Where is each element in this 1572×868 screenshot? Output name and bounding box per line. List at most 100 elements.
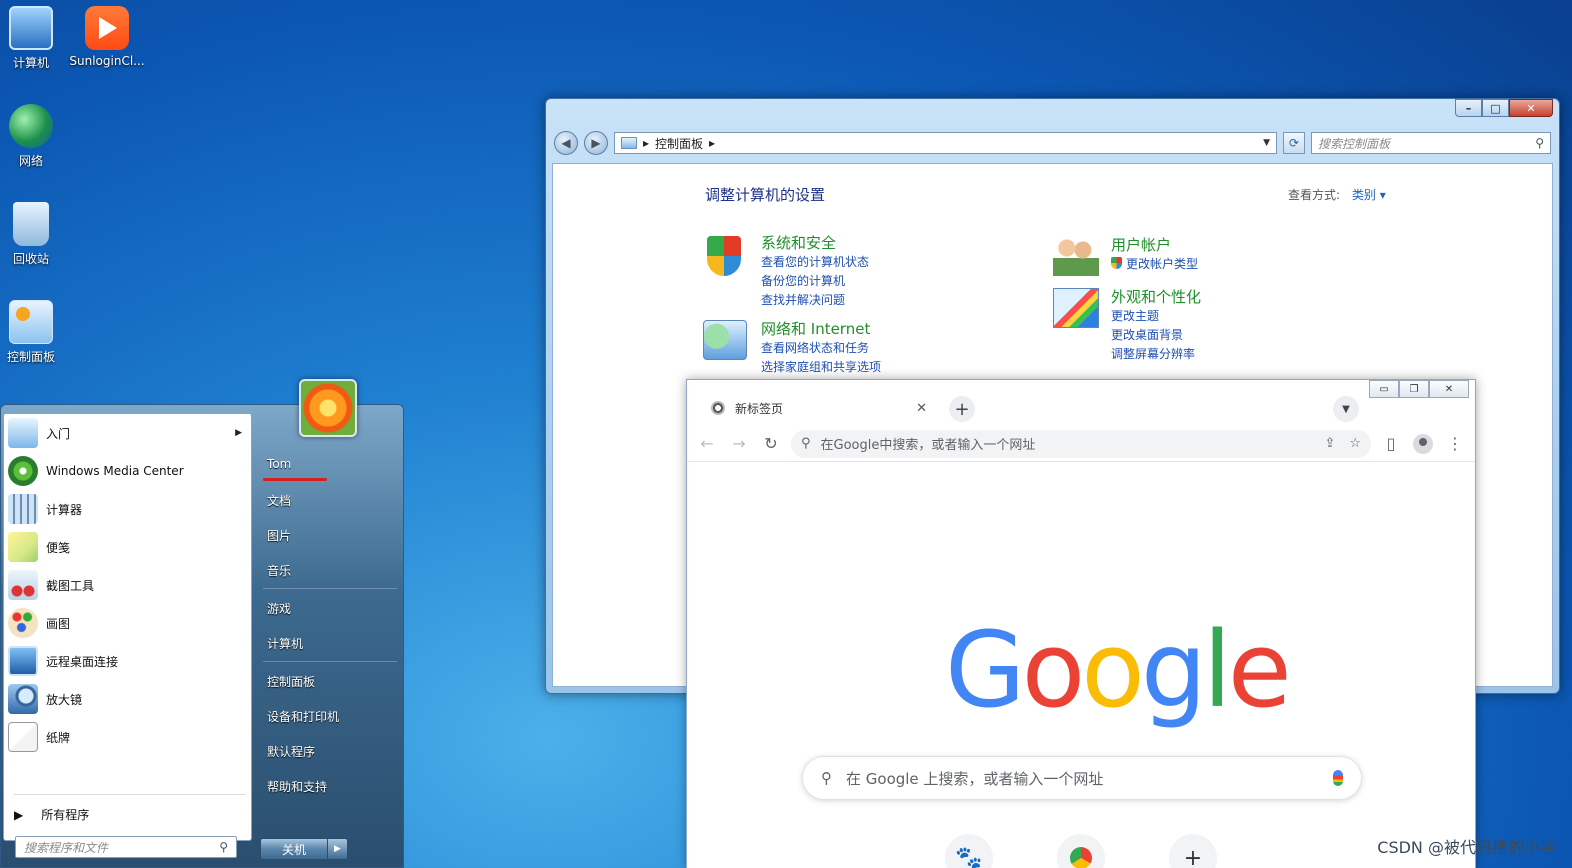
- category-title[interactable]: 外观和个性化: [1111, 288, 1201, 307]
- new-tab-button[interactable]: +: [949, 396, 975, 422]
- desktop-icon-label: 计算机: [12, 56, 49, 70]
- divider: [263, 661, 397, 662]
- menu-item-devices-printers[interactable]: 设备和打印机: [267, 708, 339, 725]
- shortcut-baidu[interactable]: 🐾: [945, 834, 993, 868]
- omnibox-input[interactable]: ⚲ 在Google中搜索，或者输入一个网址 ⇪ ☆: [791, 429, 1371, 458]
- view-by-dropdown[interactable]: 类别 ▾: [1352, 188, 1386, 202]
- category-link[interactable]: 更改主题: [1111, 307, 1201, 326]
- desktop-icon-computer[interactable]: 计算机: [0, 6, 70, 71]
- back-arrow-icon[interactable]: ←: [695, 432, 719, 456]
- category-title[interactable]: 网络和 Internet: [761, 320, 881, 339]
- close-button[interactable]: ✕: [1429, 380, 1469, 398]
- category-user-accounts: 用户帐户 更改帐户类型: [1053, 236, 1198, 284]
- category-link[interactable]: 调整屏幕分辨率: [1111, 345, 1201, 364]
- breadcrumb-control-panel[interactable]: 控制面板: [655, 135, 703, 152]
- category-link[interactable]: 更改帐户类型: [1111, 255, 1198, 274]
- program-windows-media-center[interactable]: Windows Media Center: [8, 454, 248, 488]
- all-programs-label: 所有程序: [41, 808, 90, 822]
- desktop-icon-sunlogin[interactable]: SunloginCl...: [68, 6, 146, 68]
- program-sticky-notes[interactable]: 便笺: [8, 530, 248, 564]
- menu-item-documents[interactable]: 文档: [267, 492, 291, 509]
- maximize-button[interactable]: □: [1482, 99, 1509, 117]
- shortcut-chrome[interactable]: [1057, 834, 1105, 868]
- control-panel-small-icon: [621, 137, 637, 149]
- side-panel-icon[interactable]: ▯: [1379, 432, 1403, 456]
- menu-item-music[interactable]: 音乐: [267, 562, 291, 579]
- breadcrumb-separator-icon[interactable]: ▸: [709, 136, 715, 150]
- bookmark-star-icon[interactable]: ☆: [1349, 436, 1361, 451]
- menu-item-pictures[interactable]: 图片: [267, 527, 291, 544]
- view-by: 查看方式: 类别 ▾: [1288, 186, 1386, 203]
- category-link[interactable]: 更改桌面背景: [1111, 326, 1201, 345]
- program-label: Windows Media Center: [46, 464, 184, 478]
- search-icon[interactable]: ⚲: [1535, 136, 1544, 150]
- menu-item-default-programs[interactable]: 默认程序: [267, 743, 315, 760]
- category-link[interactable]: 备份您的计算机: [761, 272, 869, 291]
- magnifier-icon: [8, 684, 38, 714]
- program-getting-started[interactable]: 入门 ▶: [8, 416, 248, 450]
- google-logo-letter: G: [945, 609, 1026, 731]
- red-underline-annotation: [263, 478, 327, 481]
- minimize-button[interactable]: –: [1455, 99, 1482, 117]
- category-link[interactable]: 选择家庭组和共享选项: [761, 358, 881, 377]
- program-magnifier[interactable]: 放大镜: [8, 682, 248, 716]
- profile-button[interactable]: [1411, 432, 1435, 456]
- start-search-input[interactable]: 搜索程序和文件 ⚲: [15, 836, 237, 858]
- shutdown-options-arrow-icon[interactable]: ▶: [328, 838, 348, 860]
- google-search-input[interactable]: ⚲ 在 Google 上搜索，或者输入一个网址: [802, 756, 1362, 800]
- sticky-notes-icon: [8, 532, 38, 562]
- program-label: 纸牌: [46, 730, 71, 745]
- program-solitaire[interactable]: 纸牌: [8, 720, 248, 754]
- category-appearance: 外观和个性化 更改主题 更改桌面背景 调整屏幕分辨率: [1053, 288, 1201, 364]
- menu-item-games[interactable]: 游戏: [267, 600, 291, 617]
- tab-search-button[interactable]: ▼: [1333, 396, 1359, 422]
- program-snipping-tool[interactable]: 截图工具: [8, 568, 248, 602]
- program-label: 远程桌面连接: [46, 654, 119, 669]
- microphone-icon[interactable]: [1333, 770, 1343, 786]
- chrome-window[interactable]: 新标签页 ✕ + ▼ ▭ ❐ ✕ ← → ↻ ⚲ 在Google中搜索，或者输入…: [686, 379, 1476, 868]
- windows-media-center-icon: [8, 456, 38, 486]
- users-icon: [1053, 236, 1101, 284]
- control-panel-search-input[interactable]: 搜索控制面板 ⚲: [1311, 132, 1551, 154]
- add-shortcut-button[interactable]: +: [1169, 834, 1217, 868]
- search-icon: ⚲: [821, 769, 832, 787]
- category-title[interactable]: 系统和安全: [761, 234, 869, 253]
- tab-new-tab[interactable]: 新标签页 ✕: [699, 394, 939, 422]
- menu-item-help-support[interactable]: 帮助和支持: [267, 778, 327, 795]
- desktop-icon-label: 网络: [18, 154, 43, 168]
- desktop-icon-network[interactable]: 网络: [0, 104, 70, 169]
- user-name-link[interactable]: Tom: [267, 457, 291, 471]
- address-bar[interactable]: ▸ 控制面板 ▸ ▼: [614, 132, 1277, 154]
- getting-started-icon: [8, 418, 38, 448]
- category-link[interactable]: 查找并解决问题: [761, 291, 869, 310]
- category-link[interactable]: 查看您的计算机状态: [761, 253, 869, 272]
- more-menu-icon[interactable]: ⋮: [1443, 432, 1467, 456]
- reload-icon[interactable]: ↻: [759, 432, 783, 456]
- google-search-placeholder: 在 Google 上搜索，或者输入一个网址: [846, 769, 1104, 788]
- shutdown-button[interactable]: 关机: [260, 838, 328, 860]
- desktop-icon-recycle-bin[interactable]: 回收站: [0, 202, 70, 267]
- close-button[interactable]: ✕: [1509, 99, 1553, 117]
- menu-item-computer[interactable]: 计算机: [267, 635, 303, 652]
- back-button[interactable]: ◀: [554, 131, 578, 155]
- search-icon[interactable]: ⚲: [219, 840, 228, 854]
- program-calculator[interactable]: 计算器: [8, 492, 248, 526]
- restore-button[interactable]: ❐: [1399, 380, 1429, 398]
- forward-arrow-icon[interactable]: →: [727, 432, 751, 456]
- forward-button[interactable]: ▶: [584, 131, 608, 155]
- menu-item-control-panel[interactable]: 控制面板: [267, 673, 315, 690]
- refresh-button[interactable]: ⟳: [1283, 132, 1305, 154]
- minimize-button[interactable]: ▭: [1369, 380, 1399, 398]
- close-tab-icon[interactable]: ✕: [916, 401, 927, 416]
- address-dropdown-icon[interactable]: ▼: [1263, 138, 1270, 148]
- share-icon[interactable]: ⇪: [1324, 436, 1335, 451]
- desktop-icon-label: 控制面板: [6, 350, 55, 364]
- google-logo-letter: e: [1227, 609, 1292, 731]
- category-link[interactable]: 查看网络状态和任务: [761, 339, 881, 358]
- program-remote-desktop[interactable]: 远程桌面连接: [8, 644, 248, 678]
- desktop-icon-control-panel[interactable]: 控制面板: [0, 300, 70, 365]
- scissors-icon: [8, 570, 38, 600]
- all-programs-button[interactable]: ▶ 所有程序: [14, 806, 89, 823]
- program-paint[interactable]: 画图: [8, 606, 248, 640]
- category-title[interactable]: 用户帐户: [1111, 236, 1198, 255]
